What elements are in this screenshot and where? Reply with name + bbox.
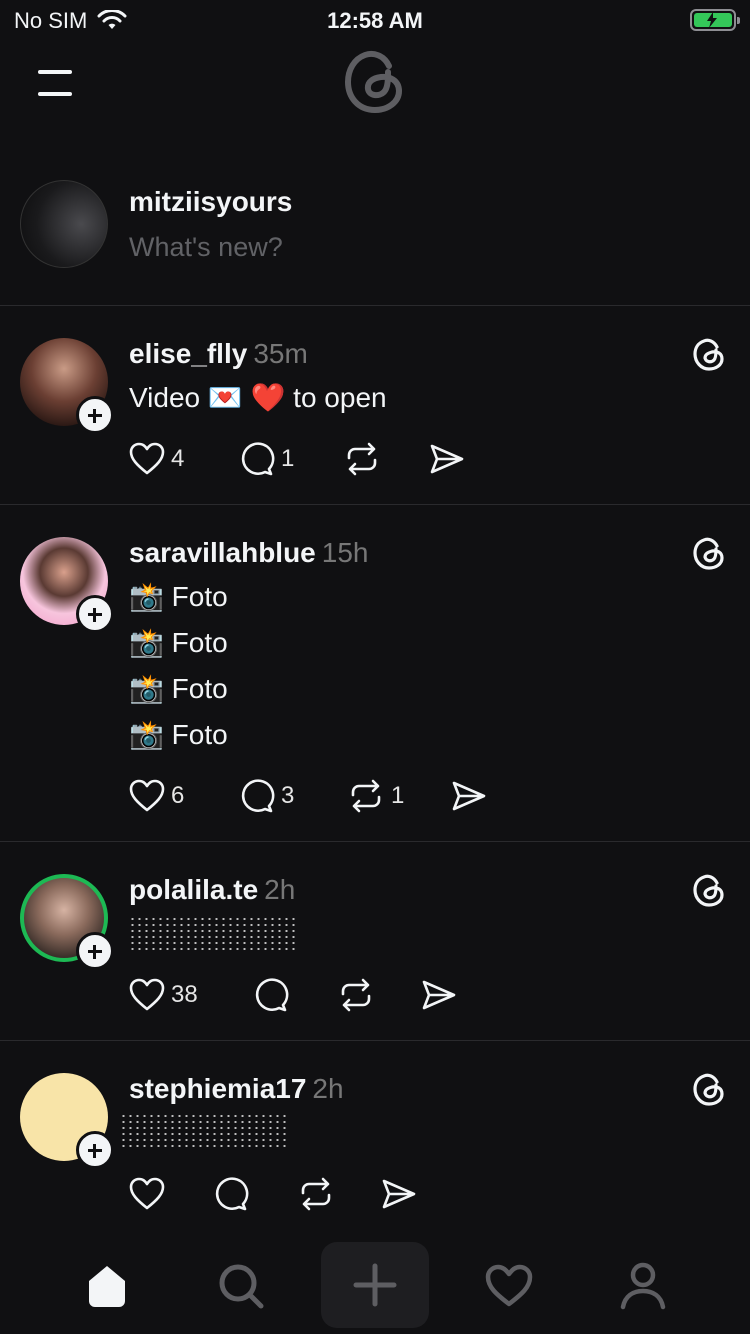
comment-icon	[241, 779, 275, 813]
follow-plus-icon[interactable]	[76, 396, 114, 434]
threads-logo-icon	[693, 338, 724, 371]
post-actions	[129, 1174, 417, 1214]
spoiler-text[interactable]	[129, 916, 299, 952]
post-header: elise_flly 35m	[129, 338, 308, 370]
tab-profile[interactable]	[613, 1258, 673, 1314]
reply-button[interactable]: 1	[239, 441, 343, 477]
repost-button[interactable]	[297, 1177, 381, 1211]
composer-username: mitziisyours	[129, 186, 293, 217]
post-time: 35m	[253, 338, 308, 369]
share-icon	[422, 980, 456, 1010]
thread-post[interactable]: polalila.te 2h 38	[0, 842, 750, 1041]
repost-button[interactable]	[343, 442, 429, 476]
repost-icon	[351, 779, 381, 813]
post-line: 📸 Foto	[129, 581, 228, 612]
post-actions: 38	[129, 975, 457, 1015]
threads-logo-icon[interactable]	[343, 46, 407, 116]
repost-button[interactable]	[337, 978, 421, 1012]
post-username[interactable]: polalila.te	[129, 874, 258, 905]
threads-logo-icon	[693, 1073, 724, 1106]
thread-post[interactable]: saravillahblue 15h 📸 Foto 📸 Foto 📸 Foto 📸…	[0, 505, 750, 842]
post-text-hidden	[120, 1113, 290, 1163]
heart-icon	[129, 978, 165, 1011]
like-button[interactable]: 4	[129, 442, 239, 476]
compose-icon	[353, 1263, 397, 1307]
threads-logo-icon	[693, 874, 724, 907]
post-time: 2h	[264, 874, 296, 905]
post-text-hidden	[129, 916, 299, 966]
repost-button[interactable]: 1	[347, 779, 451, 813]
top-nav	[0, 44, 750, 140]
post-line: 📸 Foto	[129, 673, 228, 704]
tab-search[interactable]	[211, 1258, 271, 1314]
avatar[interactable]	[20, 180, 108, 268]
share-icon	[452, 781, 486, 811]
thread-post[interactable]: stephiemia17 2h	[0, 1041, 750, 1238]
reply-count: 1	[281, 445, 295, 472]
activity-icon	[485, 1264, 533, 1307]
tab-home[interactable]	[77, 1258, 137, 1314]
tab-compose[interactable]	[321, 1242, 429, 1328]
comment-icon	[255, 978, 289, 1012]
post-text: 📸 Foto 📸 Foto 📸 Foto 📸 Foto	[129, 574, 228, 758]
share-button[interactable]	[421, 979, 457, 1011]
follow-plus-icon[interactable]	[76, 932, 114, 970]
like-button[interactable]	[129, 1177, 213, 1211]
repost-icon	[301, 1177, 331, 1211]
reply-count: 3	[281, 782, 295, 809]
post-actions: 6 3 1	[129, 776, 487, 816]
post-actions: 4 1	[129, 439, 465, 479]
repost-icon	[341, 978, 371, 1012]
share-button[interactable]	[451, 780, 487, 812]
heart-icon	[129, 1177, 165, 1210]
share-button[interactable]	[429, 443, 465, 475]
post-line: 📸 Foto	[129, 627, 228, 658]
comment-icon	[215, 1177, 249, 1211]
share-icon	[430, 444, 464, 474]
post-username[interactable]: elise_flly	[129, 338, 247, 369]
post-username[interactable]: saravillahblue	[129, 537, 316, 568]
status-time: 12:58 AM	[327, 8, 423, 33]
heart-icon	[129, 779, 165, 812]
reply-button[interactable]	[213, 1176, 297, 1212]
like-count: 4	[171, 445, 185, 472]
post-text: Video 💌 ❤️ to open	[129, 382, 387, 413]
home-icon	[89, 1266, 125, 1307]
like-count: 6	[171, 782, 185, 809]
post-time: 15h	[321, 537, 369, 568]
repost-icon	[347, 442, 377, 476]
share-button[interactable]	[381, 1178, 417, 1210]
menu-icon[interactable]	[38, 70, 74, 96]
repost-count: 1	[391, 782, 405, 809]
comment-icon	[241, 442, 275, 476]
tab-activity[interactable]	[479, 1258, 539, 1314]
like-count: 38	[171, 981, 198, 1008]
follow-plus-icon[interactable]	[76, 1131, 114, 1169]
like-button[interactable]: 6	[129, 779, 239, 813]
share-icon	[382, 1179, 416, 1209]
composer-placeholder[interactable]: What's new?	[129, 232, 283, 263]
new-thread-composer[interactable]: mitziisyours What's new?	[0, 160, 750, 306]
reply-button[interactable]	[253, 977, 337, 1013]
post-time: 2h	[312, 1073, 344, 1104]
heart-icon	[129, 442, 165, 475]
post-username[interactable]: stephiemia17	[129, 1073, 306, 1104]
thread-post[interactable]: elise_flly 35m Video 💌 ❤️ to open 4 1	[0, 306, 750, 505]
reply-button[interactable]: 3	[239, 778, 347, 814]
post-header: stephiemia17 2h	[129, 1073, 344, 1105]
battery-icon	[690, 9, 740, 31]
like-button[interactable]: 38	[129, 978, 253, 1012]
post-header: saravillahblue 15h	[129, 537, 368, 569]
status-bar: No SIM 12:58 AM	[0, 0, 750, 44]
threads-logo-icon	[693, 537, 724, 570]
spoiler-text[interactable]	[120, 1113, 290, 1149]
post-header: polalila.te 2h	[129, 874, 295, 906]
tab-bar	[0, 1238, 750, 1334]
follow-plus-icon[interactable]	[76, 595, 114, 633]
post-line: 📸 Foto	[129, 719, 228, 750]
profile-icon	[620, 1262, 666, 1310]
search-icon	[219, 1264, 264, 1309]
